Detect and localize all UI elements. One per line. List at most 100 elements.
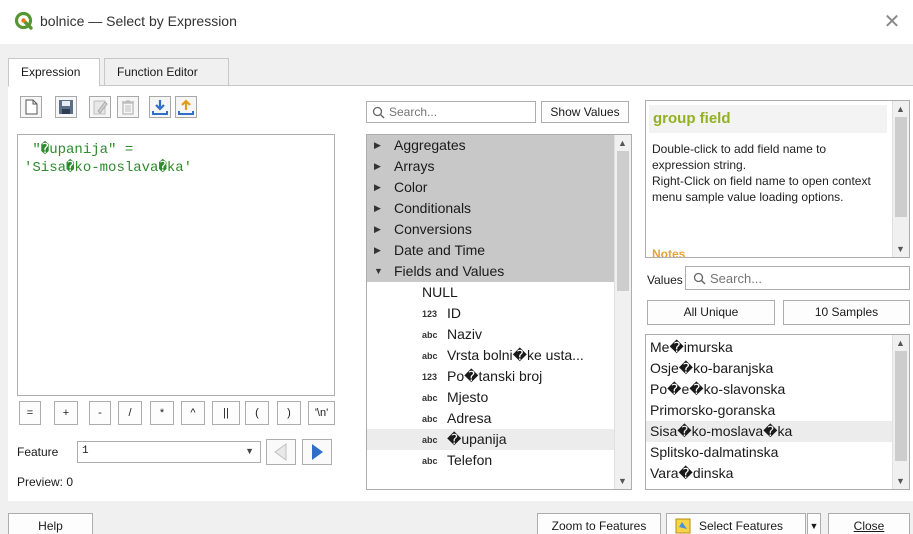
help-body: Double-click to add field name to expres…	[652, 142, 871, 204]
operator-minus-button[interactable]: -	[89, 401, 111, 425]
values-list[interactable]: Me�imurska Osje�ko-baranjska Po�e�ko-slavo…	[645, 334, 910, 490]
operator-plus-button[interactable]: +	[54, 401, 78, 425]
values-scroll-thumb[interactable]	[895, 351, 907, 461]
export-button[interactable]	[175, 96, 197, 118]
tree-field-item[interactable]: abc �upanija	[367, 429, 615, 450]
operator-open-paren-button[interactable]: (	[245, 401, 269, 425]
tree-field-item[interactable]: abc Adresa	[367, 408, 615, 429]
title-bar: bolnice — Select by Expression ✕	[0, 0, 913, 44]
tree-scrollbar[interactable]: ▲ ▼	[614, 135, 631, 489]
operator-divide-button[interactable]: /	[118, 401, 142, 425]
tree-field-item[interactable]: abc Telefon	[367, 450, 615, 471]
value-list-item[interactable]: Me�imurska	[646, 337, 893, 358]
tree-field-item[interactable]: abc Mjesto	[367, 387, 615, 408]
close-icon[interactable]: ✕	[879, 9, 905, 35]
scroll-up-icon[interactable]: ▲	[896, 104, 905, 114]
expand-right-icon[interactable]: ▶	[374, 177, 381, 198]
scroll-up-icon[interactable]: ▲	[896, 338, 905, 348]
field-type-icon: abc	[422, 351, 438, 361]
select-features-button[interactable]: Select Features	[666, 513, 806, 534]
trash-icon	[122, 100, 134, 115]
tree-group-item[interactable]: ▼ Fields and Values	[367, 261, 615, 282]
function-search-input[interactable]	[389, 105, 529, 119]
show-values-button[interactable]: Show Values	[541, 101, 629, 123]
expand-down-icon[interactable]: ▼	[374, 261, 383, 282]
scroll-down-icon[interactable]: ▼	[896, 476, 905, 486]
function-search-box[interactable]	[366, 101, 536, 123]
tree-group-label: Fields and Values	[394, 263, 505, 279]
tab-function-editor[interactable]: Function Editor	[104, 58, 229, 86]
field-type-icon: abc	[422, 414, 438, 424]
operator-concat-button[interactable]: ||	[212, 401, 240, 425]
tree-field-label: Naziv	[447, 326, 483, 342]
tree-field-item[interactable]: abc Vrsta bolni�ke usta...	[367, 345, 615, 366]
close-button[interactable]: Close	[828, 513, 910, 534]
values-search-input[interactable]	[710, 271, 900, 286]
expand-right-icon[interactable]: ▶	[374, 240, 381, 261]
new-file-icon	[25, 99, 38, 115]
help-title: group field	[649, 105, 887, 133]
tree-field-item[interactable]: abc Naziv	[367, 324, 615, 345]
value-list-item[interactable]: Sisa�ko-moslava�ka	[646, 421, 893, 442]
operator-multiply-button[interactable]: *	[150, 401, 174, 425]
value-list-item[interactable]: Po�e�ko-slavonska	[646, 379, 893, 400]
ten-samples-button[interactable]: 10 Samples	[783, 300, 910, 325]
value-list-item[interactable]: Splitsko-dalmatinska	[646, 442, 893, 463]
save-icon	[59, 100, 73, 114]
tree-field-item[interactable]: 123 Po�tanski broj	[367, 366, 615, 387]
scroll-down-icon[interactable]: ▼	[896, 244, 905, 254]
operator-close-paren-button[interactable]: )	[277, 401, 301, 425]
tree-field-item[interactable]: NULL	[367, 282, 615, 303]
chevron-down-icon: ▼	[809, 521, 819, 531]
scroll-up-icon[interactable]: ▲	[618, 138, 627, 148]
operator-newline-button[interactable]: '\n'	[308, 401, 335, 425]
tree-group-item[interactable]: ▶ Conversions	[367, 219, 615, 240]
import-button[interactable]	[149, 96, 171, 118]
tree-group-item[interactable]: ▶ Aggregates	[367, 135, 615, 156]
tree-field-label: Vrsta bolni�ke usta...	[447, 347, 584, 363]
window-title: bolnice — Select by Expression	[40, 13, 237, 29]
tree-group-item[interactable]: ▶ Date and Time	[367, 240, 615, 261]
operator-power-button[interactable]: ^	[181, 401, 205, 425]
tree-group-label: Conditionals	[394, 200, 472, 216]
help-scroll-thumb[interactable]	[895, 117, 907, 217]
previous-feature-button[interactable]	[266, 439, 296, 465]
tree-group-item[interactable]: ▶ Color	[367, 177, 615, 198]
tree-group-label: Conversions	[394, 221, 472, 237]
value-list-item[interactable]: Vara�dinska	[646, 463, 893, 484]
zoom-to-features-button[interactable]: Zoom to Features	[537, 513, 661, 534]
save-button[interactable]	[55, 96, 77, 118]
field-type-icon: abc	[422, 435, 438, 445]
delete-button[interactable]	[117, 96, 139, 118]
expression-editor[interactable]: "�upanija" = 'Sisa�ko-moslava�ka'	[17, 134, 335, 396]
select-features-icon	[675, 518, 691, 534]
tree-scroll-thumb[interactable]	[617, 151, 629, 291]
scroll-down-icon[interactable]: ▼	[618, 476, 627, 486]
value-list-item[interactable]: Osje�ko-baranjska	[646, 358, 893, 379]
tab-expression[interactable]: Expression	[8, 58, 100, 87]
help-scrollbar[interactable]: ▲ ▼	[892, 101, 909, 257]
arrow-left-icon	[274, 443, 287, 461]
function-tree[interactable]: ▶ Aggregates ▶ Arrays ▶ Color ▶ Conditionals ▶ Co…	[366, 134, 632, 490]
expand-right-icon[interactable]: ▶	[374, 135, 381, 156]
expand-right-icon[interactable]: ▶	[374, 219, 381, 240]
expand-right-icon[interactable]: ▶	[374, 156, 381, 177]
tree-field-item[interactable]: 123 ID	[367, 303, 615, 324]
all-unique-button[interactable]: All Unique	[647, 300, 775, 325]
edit-button[interactable]	[89, 96, 111, 118]
next-feature-button[interactable]	[302, 439, 332, 465]
values-scrollbar[interactable]: ▲ ▼	[892, 335, 909, 489]
tree-field-label: Adresa	[447, 410, 492, 426]
value-list-item[interactable]: Primorsko-goranska	[646, 400, 893, 421]
preview-text: Preview: 0	[17, 475, 74, 489]
operator-equals-button[interactable]: =	[19, 401, 41, 425]
values-search-box[interactable]	[685, 266, 910, 290]
expand-right-icon[interactable]: ▶	[374, 198, 381, 219]
select-features-dropdown[interactable]: ▼	[807, 513, 821, 534]
tree-group-item[interactable]: ▶ Conditionals	[367, 198, 615, 219]
qgis-logo-icon	[14, 11, 33, 30]
tree-group-item[interactable]: ▶ Arrays	[367, 156, 615, 177]
feature-combobox[interactable]: 1 ▼	[77, 441, 261, 463]
new-file-button[interactable]	[20, 96, 42, 118]
help-button[interactable]: Help	[8, 513, 93, 534]
